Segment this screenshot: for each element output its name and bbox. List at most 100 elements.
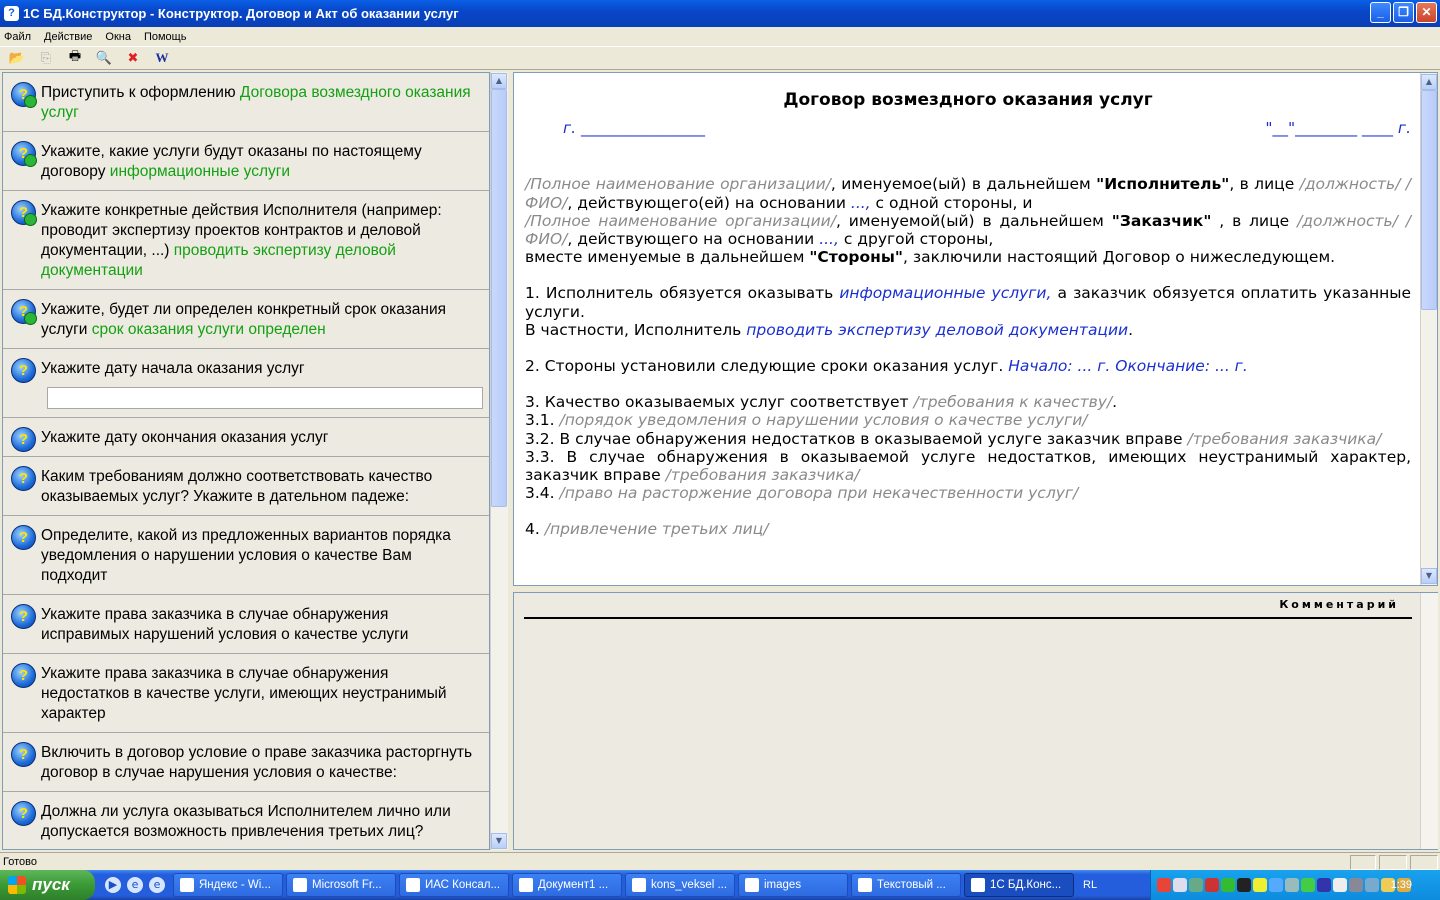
app-icon: ? bbox=[4, 6, 19, 21]
print-icon[interactable]: 🖶 bbox=[64, 48, 86, 68]
status-text: Готово bbox=[3, 856, 37, 868]
answered-question-icon: ? bbox=[11, 141, 37, 167]
ie-alt-icon[interactable]: e bbox=[149, 877, 165, 893]
taskbar-button[interactable]: Microsoft Fr... bbox=[286, 873, 396, 897]
question-text: Укажите права заказчика в случае обнаруж… bbox=[41, 606, 409, 643]
question-text: Включить в договор условие о праве заказ… bbox=[41, 744, 473, 781]
contract-document: Договор возмездного оказания услуг г. __… bbox=[525, 73, 1411, 539]
status-bar: Готово bbox=[0, 852, 1440, 870]
media-player-icon[interactable]: ▶ bbox=[105, 877, 121, 893]
copy-icon[interactable]: ⎘ bbox=[35, 48, 57, 68]
answered-question-icon: ? bbox=[11, 82, 37, 108]
taskbar-button-label: Яндекс - Wi... bbox=[199, 879, 271, 891]
taskbar-button[interactable]: 1С БД.Конс... bbox=[964, 873, 1074, 897]
taskbar-button-label: Документ1 ... bbox=[538, 879, 609, 891]
tray-antivirus-icon[interactable] bbox=[1205, 878, 1219, 892]
task-app-icon bbox=[858, 878, 872, 892]
city-field[interactable]: г. ________________ bbox=[563, 119, 705, 137]
tray-leaf-icon[interactable] bbox=[1301, 878, 1315, 892]
question-icon: ? bbox=[11, 663, 36, 688]
task-app-icon bbox=[632, 878, 646, 892]
taskbar-button-label: Microsoft Fr... bbox=[312, 879, 382, 891]
window-controls: _ ❐ ✕ bbox=[1370, 2, 1437, 23]
word-icon[interactable]: W bbox=[151, 48, 173, 68]
taskbar-button[interactable]: kons_veksel ... bbox=[625, 873, 735, 897]
minimize-icon[interactable]: _ bbox=[1370, 2, 1391, 23]
close-icon[interactable]: ✕ bbox=[1416, 2, 1437, 23]
title-bar[interactable]: ? 1С БД.Конструктор - Конструктор. Догов… bbox=[0, 0, 1440, 27]
question-answer[interactable]: срок оказания услуги определен bbox=[92, 321, 326, 338]
comment-divider bbox=[524, 617, 1412, 619]
tray-monitor-icon[interactable] bbox=[1349, 878, 1363, 892]
taskbar-button[interactable]: Яндекс - Wi... bbox=[173, 873, 283, 897]
restore-icon[interactable]: ❐ bbox=[1393, 2, 1414, 23]
question-item[interactable]: ? Должна ли услуга оказываться Исполнител… bbox=[3, 792, 489, 849]
question-text: Укажите дату окончания оказания услуг bbox=[41, 429, 329, 446]
scroll-down-icon[interactable]: ▼ bbox=[491, 833, 507, 849]
tray-usb-icon[interactable] bbox=[1189, 878, 1203, 892]
clause-3-2: 3.2. В случае обнаружения недостатков в … bbox=[525, 429, 1382, 448]
tray-wifi-icon[interactable] bbox=[1173, 878, 1187, 892]
doc-scroll-down-icon[interactable]: ▼ bbox=[1421, 568, 1437, 584]
tray-scissors-icon[interactable] bbox=[1365, 878, 1379, 892]
date-field[interactable]: "__"________ ____ г. bbox=[1265, 119, 1411, 137]
menu-action[interactable]: Действие bbox=[44, 31, 92, 43]
question-icon: ? bbox=[11, 427, 36, 452]
scroll-up-icon[interactable]: ▲ bbox=[491, 73, 507, 89]
tray-bug-icon[interactable] bbox=[1237, 878, 1251, 892]
question-item[interactable]: ? Укажите, будет ли определен конкретный … bbox=[3, 290, 489, 349]
questions-scrollbar[interactable]: ▲ ▼ bbox=[490, 72, 508, 850]
status-panel-1 bbox=[1350, 855, 1376, 870]
question-item[interactable]: ? Укажите права заказчика в случае обнару… bbox=[3, 595, 489, 654]
menu-help[interactable]: Помощь bbox=[144, 31, 187, 43]
question-item[interactable]: ? Укажите дату окончания оказания услуг bbox=[3, 418, 489, 457]
question-item[interactable]: ? Укажите права заказчика в случае обнару… bbox=[3, 654, 489, 733]
clause-1-detail: В частности, Исполнитель проводить экспе… bbox=[525, 320, 1134, 339]
clause-3-3: 3.3. В случае обнаружения в оказываемой … bbox=[525, 447, 1411, 485]
tray-audio-icon[interactable] bbox=[1285, 878, 1299, 892]
language-indicator[interactable]: RL bbox=[1083, 879, 1097, 891]
quick-launch: ▶ e e bbox=[105, 877, 165, 893]
question-item[interactable]: ? Каким требованиям должно соответствоват… bbox=[3, 457, 489, 516]
clock[interactable]: 1:39 bbox=[1391, 879, 1412, 891]
question-text: Укажите права заказчика в случае обнаруж… bbox=[41, 665, 447, 722]
comment-scrollbar[interactable] bbox=[1420, 593, 1438, 849]
taskbar-button-label: images bbox=[764, 879, 802, 891]
question-answer[interactable]: информационные услуги bbox=[110, 163, 290, 180]
tray-globe-icon[interactable] bbox=[1317, 878, 1331, 892]
document-scrollbar[interactable]: ▲ ▼ bbox=[1420, 73, 1437, 585]
task-app-icon bbox=[745, 878, 759, 892]
tray-lock-icon[interactable] bbox=[1253, 878, 1267, 892]
taskbar-button[interactable]: Документ1 ... bbox=[512, 873, 622, 897]
question-item[interactable]: ? Включить в договор условие о праве зака… bbox=[3, 733, 489, 792]
tray-chat-icon[interactable] bbox=[1269, 878, 1283, 892]
question-item[interactable]: ? Укажите, какие услуги будут оказаны по … bbox=[3, 132, 489, 191]
question-icon: ? bbox=[11, 742, 36, 767]
ie-icon[interactable]: e bbox=[127, 877, 143, 893]
doc-scroll-up-icon[interactable]: ▲ bbox=[1421, 74, 1437, 90]
clause-3-1: 3.1. /порядок уведомления о нарушении ус… bbox=[525, 411, 1088, 430]
parties-summary: вместе именуемые в дальнейшем "Стороны",… bbox=[525, 248, 1336, 267]
tray-disk-icon[interactable] bbox=[1333, 878, 1347, 892]
question-item[interactable]: ? Определите, какой из предложенных вариа… bbox=[3, 516, 489, 595]
delete-icon[interactable]: ✖ bbox=[122, 48, 144, 68]
tray-network-icon[interactable] bbox=[1157, 878, 1171, 892]
tray-green-icon[interactable] bbox=[1221, 878, 1235, 892]
taskbar-button-label: ИАС Консал... bbox=[425, 879, 501, 891]
menu-file[interactable]: Файл bbox=[4, 31, 31, 43]
open-folder-icon[interactable]: 📂 bbox=[6, 48, 28, 68]
question-item[interactable]: ? Укажите конкретные действия Исполнителя… bbox=[3, 191, 489, 290]
question-item[interactable]: ? Укажите дату начала оказания услуг bbox=[3, 349, 489, 418]
menu-windows[interactable]: Окна bbox=[105, 31, 131, 43]
start-button[interactable]: пуск bbox=[0, 870, 95, 900]
taskbar-button[interactable]: images bbox=[738, 873, 848, 897]
start-date-input[interactable] bbox=[47, 387, 483, 409]
question-item[interactable]: ? Приступить к оформлению Договора возмез… bbox=[3, 73, 489, 132]
toolbar: 📂 ⎘ 🖶 🔍 ✖ W bbox=[0, 46, 1440, 70]
taskbar-button[interactable]: ИАС Консал... bbox=[399, 873, 509, 897]
clause-2: 2. Стороны установили следующие сроки ок… bbox=[525, 357, 1248, 376]
preview-icon[interactable]: 🔍 bbox=[93, 48, 115, 68]
taskbar-button[interactable]: Текстовый ... bbox=[851, 873, 961, 897]
scroll-thumb[interactable] bbox=[491, 89, 507, 507]
doc-scroll-thumb[interactable] bbox=[1421, 90, 1437, 310]
